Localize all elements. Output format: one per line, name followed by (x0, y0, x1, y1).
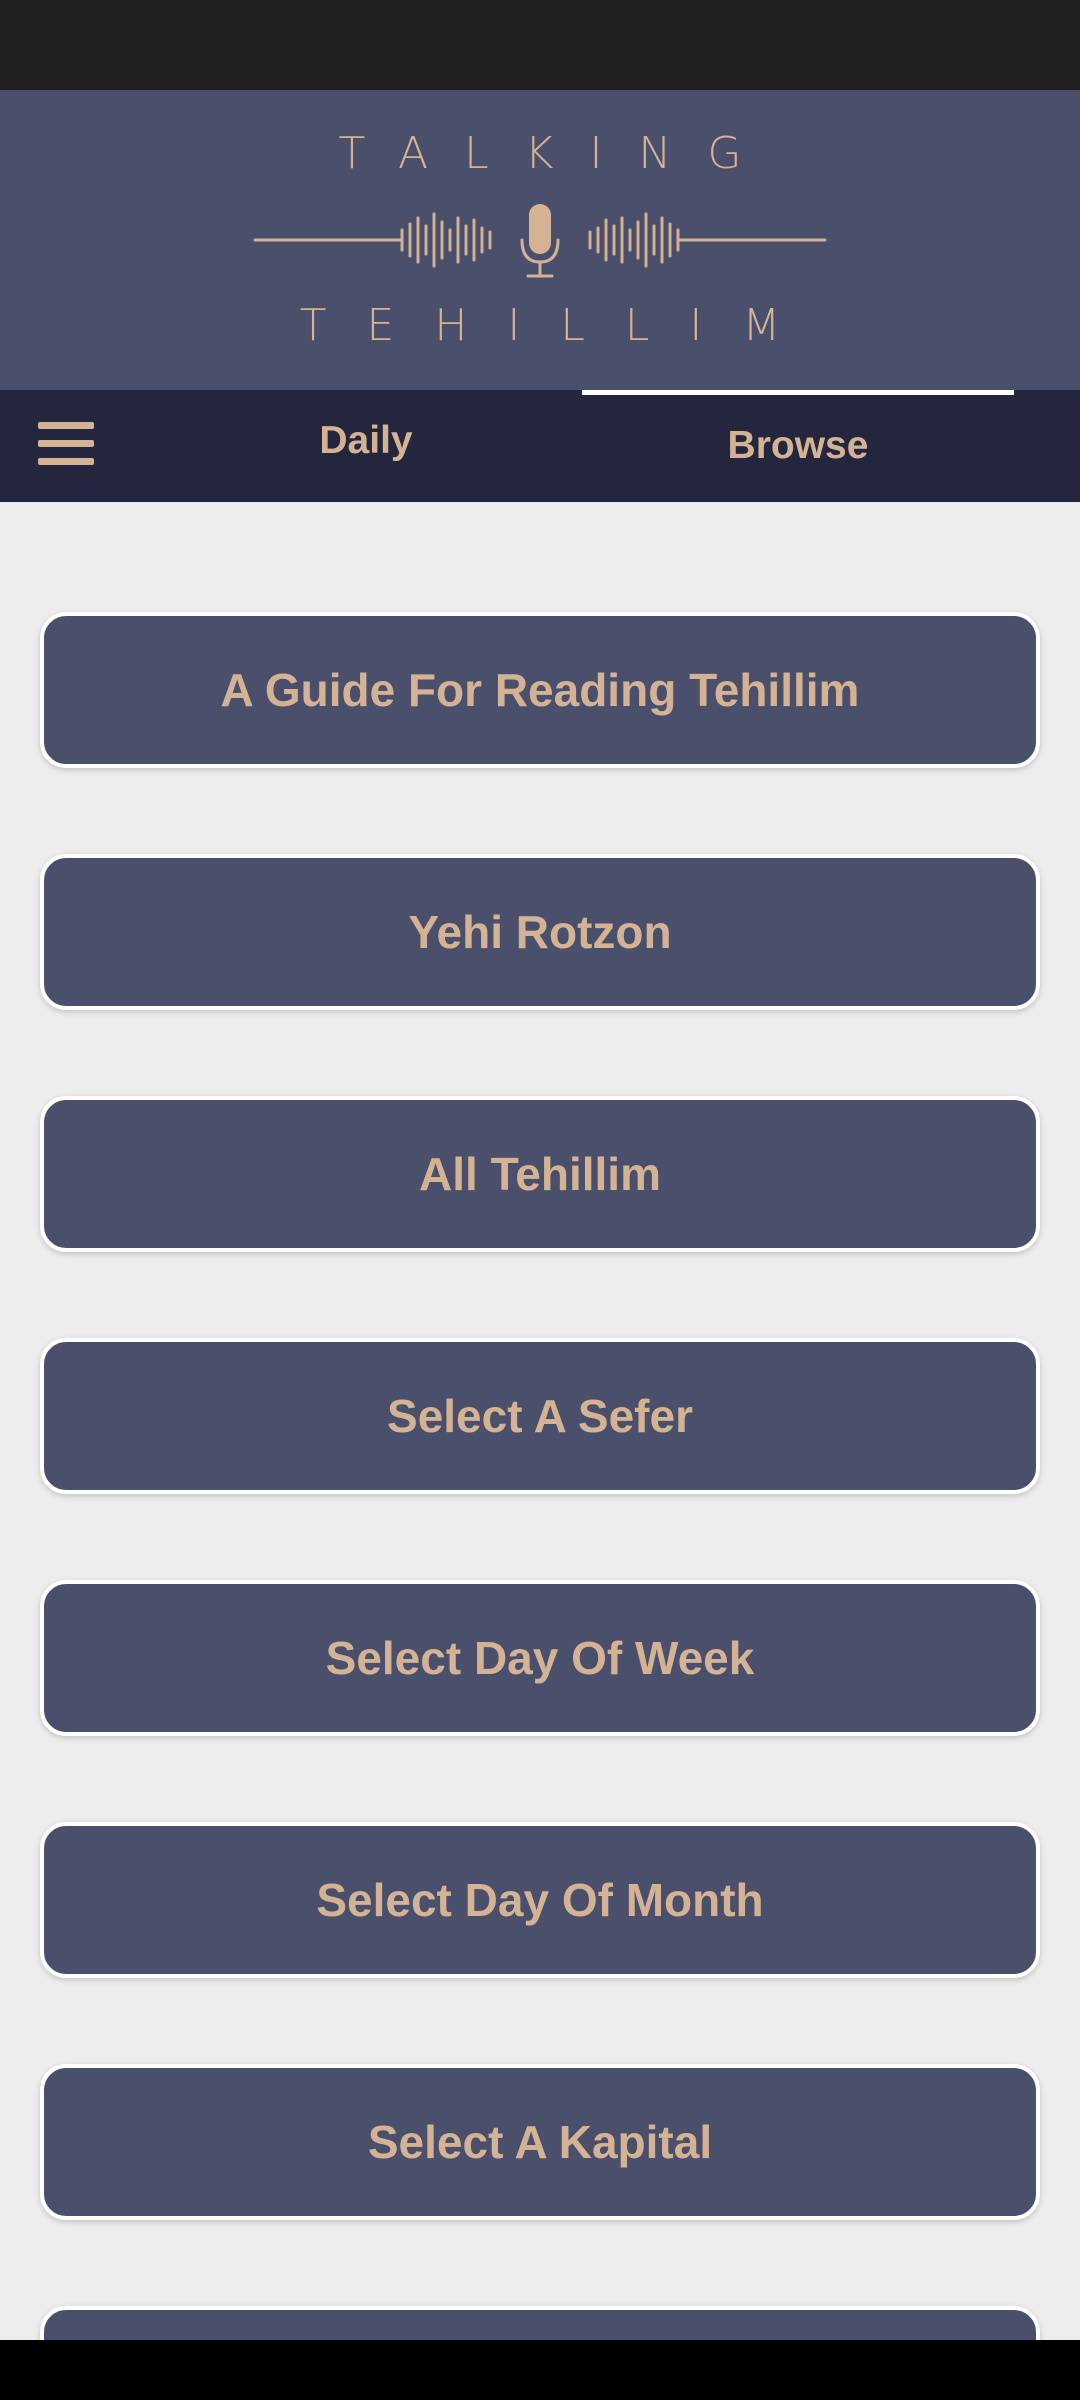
select-kapital-button[interactable]: Select A Kapital (40, 2064, 1040, 2220)
status-bar (0, 0, 1080, 90)
tab-daily[interactable]: Daily (150, 390, 582, 502)
select-day-of-month-button[interactable]: Select Day Of Month (40, 1822, 1040, 1978)
all-tehillim-button[interactable]: All Tehillim (40, 1096, 1040, 1252)
logo-title-top: TALKING (338, 128, 778, 179)
tab-browse[interactable]: Browse (582, 390, 1014, 502)
select-day-of-week-button[interactable]: Select Day Of Week (40, 1580, 1040, 1736)
microphone-waveform-icon (253, 204, 827, 278)
active-tab-indicator (582, 390, 1014, 395)
partial-menu-button[interactable] (40, 2306, 1040, 2340)
select-sefer-button[interactable]: Select A Sefer (40, 1338, 1040, 1494)
system-navigation-bar (0, 2340, 1080, 2400)
app-header: TALKING TEHILLIM (0, 90, 1080, 390)
yehi-rotzon-button[interactable]: Yehi Rotzon (40, 854, 1040, 1010)
browse-menu-list: A Guide For Reading Tehillim Yehi Rotzon… (0, 502, 1080, 2340)
guide-reading-tehillim-button[interactable]: A Guide For Reading Tehillim (40, 612, 1040, 768)
hamburger-menu-icon[interactable] (38, 422, 94, 470)
logo-title-bottom: TEHILLIM (299, 300, 821, 351)
tab-bar: Daily Browse (0, 390, 1080, 502)
